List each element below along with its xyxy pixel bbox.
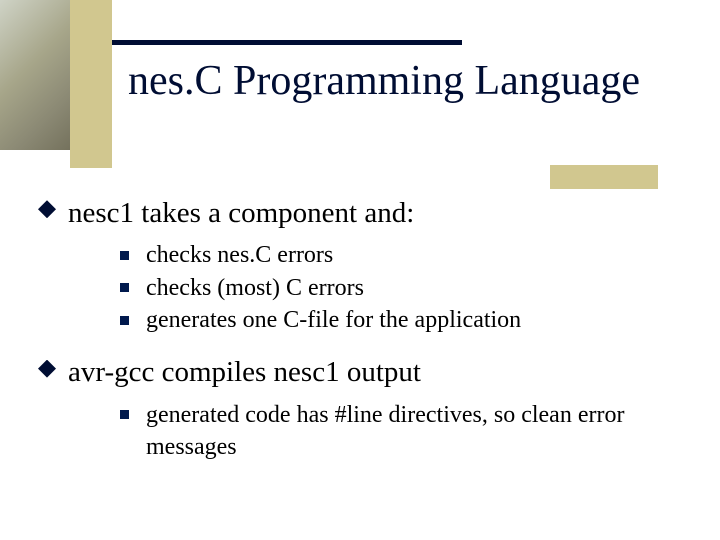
sub-bullet: checks (most) C errors [120, 272, 690, 304]
sub-bullet: generated code has #line directives, so … [120, 399, 690, 464]
bullet-level1: nesc1 takes a component and: [34, 195, 690, 231]
slide-body: nesc1 takes a component and: checks nes.… [34, 195, 690, 481]
sub-bullet-text: checks nes.C errors [146, 242, 333, 268]
title-underline [112, 40, 462, 45]
title-area: nes.C Programming Language [128, 58, 700, 104]
sub-bullet-text: generates one C-file for the application [146, 307, 521, 333]
sub-bullet: checks nes.C errors [120, 239, 690, 271]
sub-bullet-list: generated code has #line directives, so … [120, 399, 690, 464]
bullet-level1: avr-gcc compiles nesc1 output [34, 354, 690, 390]
bullet-text: nesc1 takes a component and: [68, 197, 414, 229]
sub-bullet-list: checks nes.C errors checks (most) C erro… [120, 239, 690, 336]
sub-bullet-text: checks (most) C errors [146, 275, 364, 301]
bullet-text: avr-gcc compiles nesc1 output [68, 356, 421, 388]
decorative-strip [70, 0, 112, 168]
decorative-accent-block [550, 165, 658, 189]
sub-bullet-text: generated code has #line directives, so … [146, 402, 624, 460]
slide-title: nes.C Programming Language [128, 58, 700, 104]
sub-bullet: generates one C-file for the application [120, 304, 690, 336]
